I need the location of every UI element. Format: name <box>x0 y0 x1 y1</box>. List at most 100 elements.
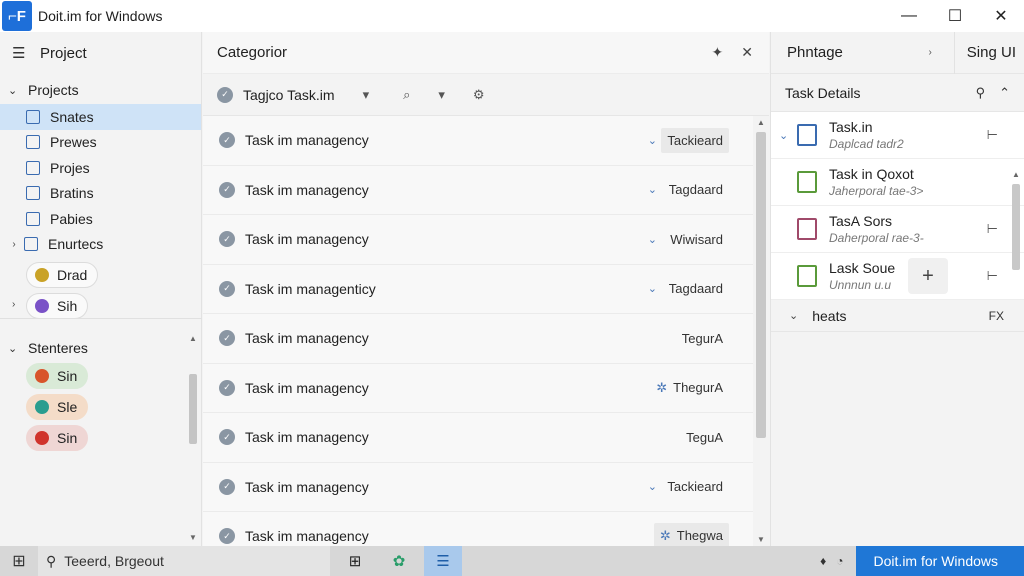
chevron-right-icon[interactable]: › <box>928 47 931 58</box>
running-app-button[interactable]: Doit.im for Windows <box>855 546 1024 576</box>
sidebar-pill[interactable]: Sih <box>26 293 89 319</box>
start-button[interactable]: ⊞ <box>0 546 38 576</box>
chevron-right-icon[interactable]: › <box>8 239 20 250</box>
check-circle-icon[interactable]: ✓ <box>219 528 235 545</box>
toolbar-label[interactable]: Tagjco Task.im <box>243 87 335 103</box>
folder-icon <box>24 237 38 252</box>
sidebar-scroll-thumb[interactable] <box>189 374 197 444</box>
check-circle-icon[interactable]: ✓ <box>219 132 235 149</box>
chevron-down-icon[interactable]: ⌄ <box>779 129 793 142</box>
sidebar-item[interactable]: Projes <box>0 155 201 181</box>
tag-color-icon <box>35 400 49 414</box>
flag-icon[interactable]: ⊢ <box>987 268 998 284</box>
task-row[interactable]: ✓ Task im managency ⌄ Tackieard <box>203 116 753 166</box>
chevron-down-icon[interactable]: ⌄ <box>648 183 657 196</box>
maximize-button[interactable]: ☐ <box>932 0 978 32</box>
taskbar-app-icon[interactable]: ☰ <box>424 546 462 576</box>
check-circle-icon[interactable]: ✓ <box>219 379 235 396</box>
chevron-down-icon[interactable]: ⌄ <box>648 134 657 147</box>
task-row[interactable]: ✓ Task im managency ✲ ThegurA <box>203 363 753 413</box>
sidebar-item[interactable]: Pabies <box>0 206 201 232</box>
sing-ui-tab[interactable]: Sing UI <box>953 31 1024 74</box>
task-name: Task im managency <box>245 132 369 149</box>
collapse-icon[interactable]: ⌃ <box>999 85 1010 101</box>
task-tag[interactable]: ✲ ThegurA <box>656 380 723 396</box>
task-tag[interactable]: Tagdaard <box>669 182 723 197</box>
chevron-right-icon[interactable]: › <box>12 299 15 310</box>
detail-item[interactable]: ⌄ Task.in Daplcad tadr2 ⊢ <box>771 112 1024 159</box>
detail-item[interactable]: Task in Qoxot Jaherporal tae-3> <box>771 159 1024 206</box>
category-header: Categorior ✦ ✕ <box>203 32 769 74</box>
sidebar-item[interactable]: Bratins <box>0 181 201 207</box>
sidebar-item[interactable]: › Enurtecs <box>0 232 201 258</box>
chevron-down-icon[interactable]: ⌄ <box>648 282 657 295</box>
task-list-scroll-thumb[interactable] <box>756 132 766 438</box>
taskbar-app-icon[interactable]: ✿ <box>380 546 418 576</box>
task-tag[interactable]: Tagdaard <box>669 281 723 296</box>
details-scrollbar[interactable]: ▲ <box>1009 170 1023 280</box>
scroll-up-icon[interactable]: ▲ <box>187 334 199 343</box>
task-list-scrollbar[interactable]: ▲ ▼ <box>753 116 769 546</box>
flag-icon[interactable]: ⊢ <box>987 127 998 143</box>
pin-icon[interactable]: ⚲ <box>976 85 986 101</box>
flag-icon[interactable]: ⊢ <box>987 221 998 237</box>
scroll-up-icon[interactable]: ▲ <box>753 118 769 127</box>
chevron-down-icon: ⌄ <box>8 342 18 355</box>
pill-label: Sin <box>57 368 78 384</box>
detail-item[interactable]: Lask Soue Unnnun u.u + ⊢ <box>771 253 1024 300</box>
check-circle-icon[interactable]: ✓ <box>219 231 235 248</box>
sidebar-scrollbar[interactable]: ▲ ▼ <box>187 332 199 544</box>
details-header-title[interactable]: Phntage <box>787 44 843 61</box>
close-pane-icon[interactable]: ✕ <box>741 44 753 61</box>
chevron-down-icon[interactable]: ⌄ <box>648 480 657 493</box>
task-tag[interactable]: TeguA <box>686 430 723 445</box>
check-circle-icon[interactable]: ✓ <box>219 478 235 495</box>
task-row[interactable]: ✓ Task im managency TeguA <box>203 413 753 463</box>
settings-icon[interactable]: ⚙ <box>473 87 485 103</box>
sidebar-pill[interactable]: Drad <box>26 262 99 288</box>
add-icon[interactable]: + <box>908 258 948 294</box>
scroll-down-icon[interactable]: ▼ <box>187 533 199 542</box>
folder-icon <box>26 109 40 124</box>
chevron-down-icon[interactable]: ⌄ <box>648 233 657 246</box>
stenter-pill[interactable]: Sin <box>26 363 89 389</box>
sidebar-item[interactable]: Prewes <box>0 130 201 156</box>
task-row[interactable]: ✓ Task im managenticy ⌄ Tagdaard <box>203 264 753 314</box>
search-icon[interactable]: ⌕ <box>403 87 410 103</box>
stenter-pill[interactable]: Sin <box>26 425 89 451</box>
task-tag[interactable]: Tackieard <box>661 127 729 153</box>
taskbar-search[interactable]: ⚲ Teeerd, Brgeout <box>38 546 330 576</box>
sidebar-item[interactable]: Snates <box>0 104 201 130</box>
stenter-pill[interactable]: Sle <box>26 394 89 420</box>
check-circle-icon[interactable]: ✓ <box>219 280 235 297</box>
details-scroll-thumb[interactable] <box>1012 184 1020 270</box>
close-button[interactable]: ✕ <box>978 0 1024 32</box>
check-circle-icon[interactable]: ✓ <box>219 330 235 347</box>
task-tag[interactable]: Wiwisard <box>670 232 723 247</box>
heats-group[interactable]: ⌄ heats FX <box>771 300 1024 332</box>
sidebar-header[interactable]: ☰ Project <box>0 32 201 74</box>
scroll-down-icon[interactable]: ▼ <box>753 535 769 544</box>
fx-label[interactable]: FX <box>989 309 1004 323</box>
detail-item[interactable]: TasA Sors Daherporal rae-3- ⊢ <box>771 206 1024 253</box>
details-pane: Phntage › Sing UI Task Details ⚲ ⌃ ⌄ Task… <box>770 31 1024 546</box>
task-row[interactable]: ✓ Task im managency ⌄ Tackieard <box>203 462 753 512</box>
task-row[interactable]: ✓ Task im managency ⌄ Tagdaard <box>203 165 753 215</box>
tray-clock-icon[interactable]: ◔ <box>836 554 843 568</box>
task-tag-label: Thegwa <box>676 528 723 544</box>
tray-diamond-icon[interactable]: ♦ <box>820 554 826 568</box>
task-row[interactable]: ✓ Task im managency TegurA <box>203 314 753 364</box>
task-list: ✓ Task im managency ⌄ Tackieard ✓ Task im man… <box>203 116 753 562</box>
check-circle-icon[interactable]: ✓ <box>219 181 235 198</box>
task-tag[interactable]: Tackieard <box>667 479 723 494</box>
check-circle-icon[interactable]: ✓ <box>219 429 235 446</box>
scroll-up-icon[interactable]: ▲ <box>1009 170 1023 179</box>
dropdown-icon[interactable]: ▾ <box>363 87 370 103</box>
pin-icon[interactable]: ✦ <box>712 44 724 61</box>
minimize-button[interactable]: — <box>886 0 932 32</box>
task-row[interactable]: ✓ Task im managency ⌄ Wiwisard <box>203 215 753 265</box>
projects-section[interactable]: ⌄ Projects <box>0 76 201 104</box>
taskbar-app-icon[interactable]: ⊞ <box>336 546 374 576</box>
task-tag[interactable]: TegurA <box>682 331 723 346</box>
filter-dropdown-icon[interactable]: ▾ <box>438 87 445 103</box>
